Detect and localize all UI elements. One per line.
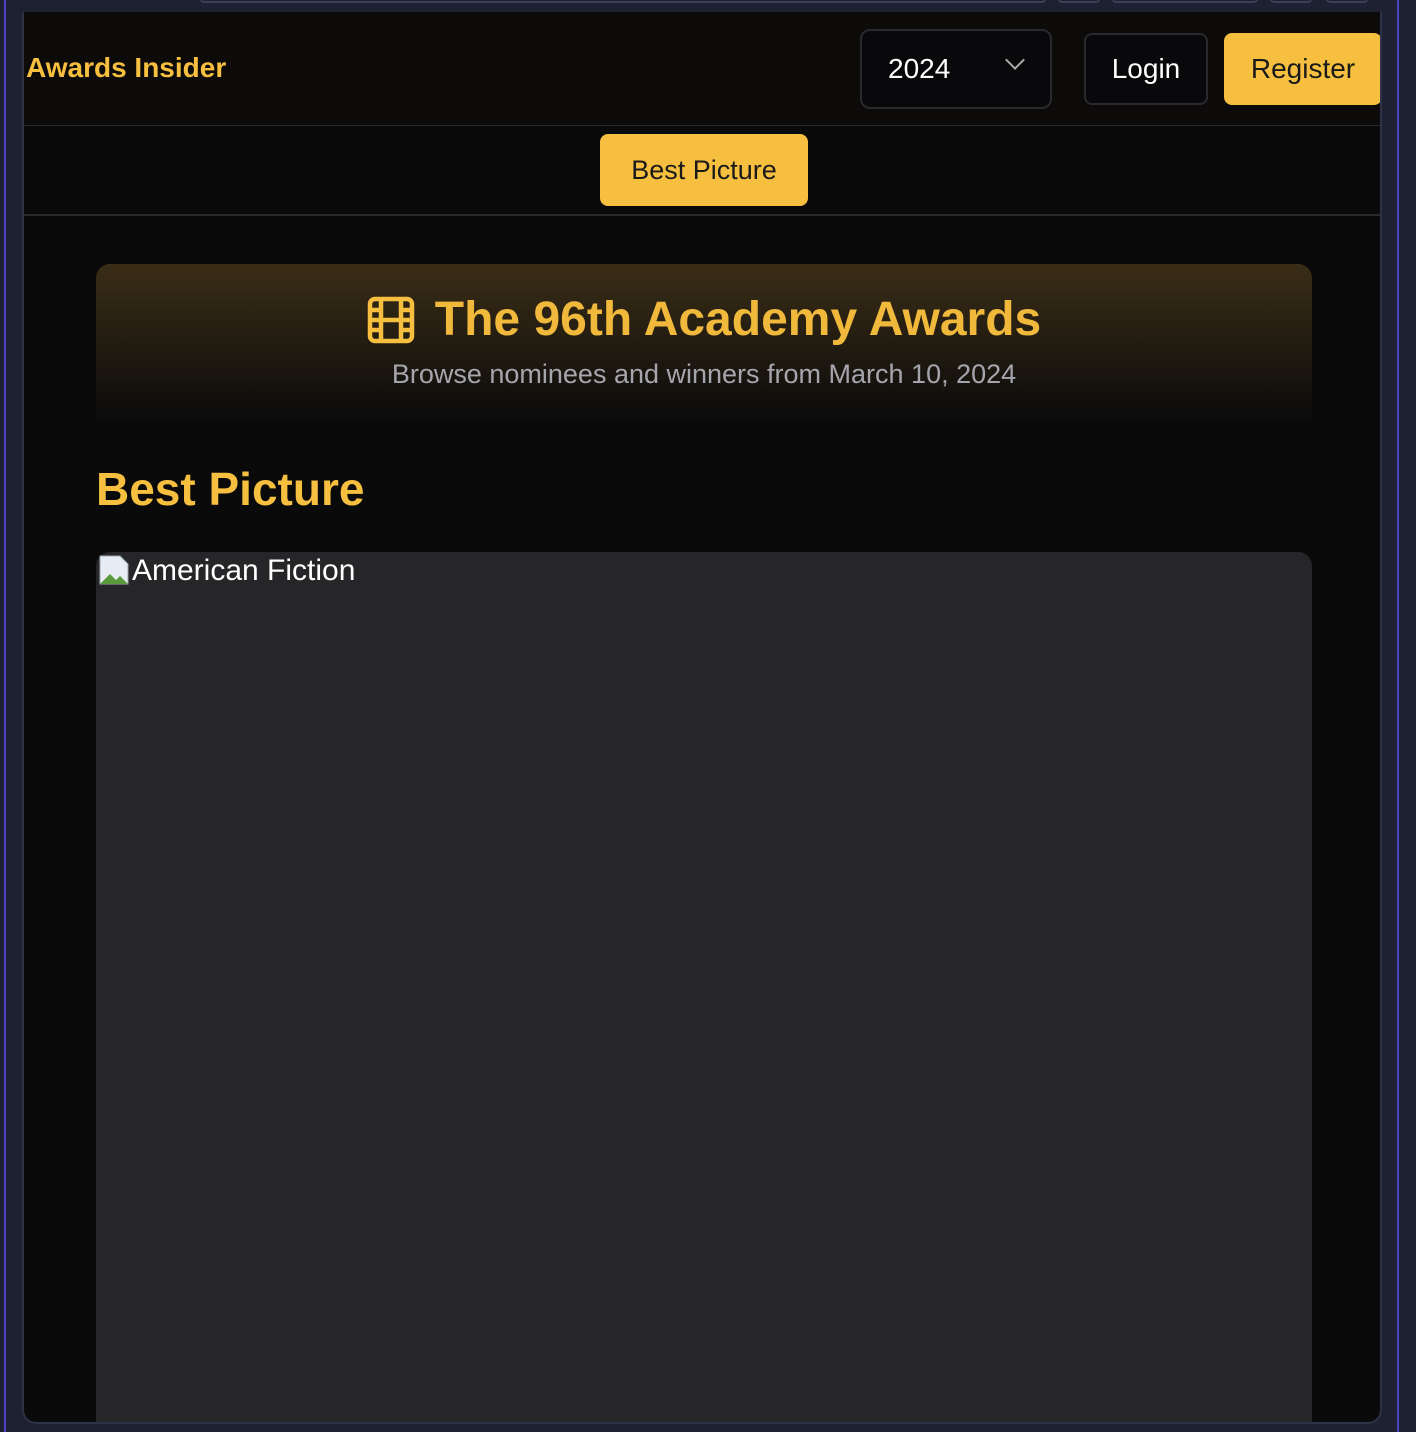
film-icon [367,296,415,343]
browser-toolbar-strip [22,0,1382,12]
register-button[interactable]: Register [1224,33,1380,105]
hero-subtitle: Browse nominees and winners from March 1… [391,359,1017,389]
category-tab-best-picture[interactable]: Best Picture [600,134,808,206]
toolbar-button[interactable] [1270,0,1312,3]
category-nav: Best Picture [24,126,1380,216]
hero-banner: The 96th Academy Awards Browse nominees … [96,264,1312,424]
broken-image-icon [99,555,129,585]
site-header: Awards Insider 2024 Login Register [24,12,1380,126]
toolbar-button[interactable] [1112,0,1258,3]
toolbar-button[interactable] [1058,0,1100,3]
year-select[interactable]: 2024 [860,29,1052,109]
address-bar[interactable] [200,0,1046,3]
nominee-card[interactable]: American Fiction [96,552,1312,1422]
login-button[interactable]: Login [1084,33,1208,105]
frame-edge [4,0,6,1432]
frame-edge [1397,0,1399,1432]
brand-logo[interactable]: Awards Insider [26,52,226,84]
chevron-down-icon [1005,50,1025,70]
app-window: Awards Insider 2024 Login Register Best … [22,12,1382,1424]
poster-alt-text: American Fiction [132,554,356,587]
nominee-poster: American Fiction [98,554,355,588]
toolbar-button[interactable] [1326,0,1368,3]
section-title: Best Picture [96,463,365,515]
hero-title: The 96th Academy Awards [434,293,1042,346]
year-value: 2024 [888,53,951,84]
